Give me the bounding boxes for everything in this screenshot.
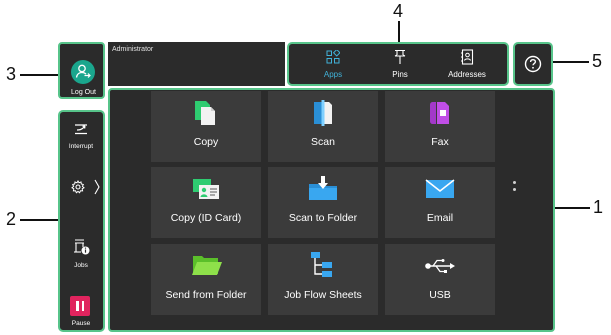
logout-button[interactable]: Log Out bbox=[58, 42, 105, 99]
app-tile-scan-to-folder[interactable]: Scan to Folder bbox=[268, 167, 378, 238]
callout-number-1: 1 bbox=[593, 197, 604, 217]
interrupt-button[interactable]: Interrupt bbox=[60, 116, 102, 156]
email-icon bbox=[425, 179, 455, 198]
app-label-job-flow-sheets: Job Flow Sheets bbox=[284, 289, 362, 301]
scan-icon bbox=[314, 100, 332, 126]
callout-number-3: 3 bbox=[6, 64, 17, 84]
app-label-send-from-folder: Send from Folder bbox=[165, 289, 247, 301]
app-tile-email[interactable]: Email bbox=[385, 167, 495, 238]
page-indicator-icon[interactable] bbox=[513, 180, 517, 194]
callout-line-4 bbox=[398, 21, 400, 42]
tab-apps[interactable]: Apps bbox=[297, 44, 369, 88]
app-tile-fax[interactable]: Fax bbox=[385, 91, 495, 162]
app-label-fax: Fax bbox=[431, 136, 449, 148]
tab-pins-label: Pins bbox=[392, 70, 408, 79]
app-tile-send-from-folder[interactable]: Send from Folder bbox=[151, 244, 261, 315]
jobs-label: Jobs bbox=[74, 262, 88, 269]
app-tile-scan[interactable]: Scan bbox=[268, 91, 378, 162]
pause-label: Pause bbox=[71, 320, 91, 327]
interrupt-label: Interrupt bbox=[68, 143, 94, 150]
pause-icon bbox=[70, 296, 90, 316]
pause-button[interactable]: Pause bbox=[60, 294, 102, 330]
tab-apps-label: Apps bbox=[323, 70, 343, 79]
side-panel: Interrupt Jobs Pause bbox=[58, 110, 105, 332]
app-label-usb: USB bbox=[429, 289, 451, 301]
folder-open-icon bbox=[192, 256, 222, 275]
user-name: Administrator bbox=[112, 46, 154, 53]
job-flow-icon bbox=[311, 252, 332, 277]
pin-icon bbox=[394, 49, 406, 64]
address-book-icon bbox=[461, 49, 474, 65]
tab-bar: Apps Pins Addresses bbox=[287, 42, 509, 86]
app-tile-usb[interactable]: USB bbox=[385, 244, 495, 315]
app-label-email: Email bbox=[426, 212, 454, 224]
device-settings-button[interactable] bbox=[60, 172, 102, 202]
apps-icon bbox=[326, 50, 340, 64]
help-button[interactable] bbox=[513, 42, 553, 86]
chevron-right-icon bbox=[94, 179, 100, 195]
callout-number-4: 4 bbox=[393, 1, 404, 21]
interrupt-icon bbox=[75, 124, 87, 135]
app-tile-job-flow-sheets[interactable]: Job Flow Sheets bbox=[268, 244, 378, 315]
app-tile-copy-id-card[interactable]: Copy (ID Card) bbox=[151, 167, 261, 238]
callout-line-5 bbox=[553, 61, 589, 63]
user-logout-icon bbox=[71, 60, 95, 84]
app-tile-copy[interactable]: Copy bbox=[151, 91, 261, 162]
callout-line-1 bbox=[555, 207, 590, 209]
callout-line-2 bbox=[20, 219, 58, 221]
app-label-copy-id-card: Copy (ID Card) bbox=[170, 212, 242, 224]
help-icon bbox=[524, 55, 542, 73]
app-label-scan-to-folder: Scan to Folder bbox=[288, 212, 358, 224]
copy-icon bbox=[195, 101, 215, 125]
app-label-scan: Scan bbox=[311, 136, 335, 148]
tab-addresses[interactable]: Addresses bbox=[431, 44, 503, 88]
usb-icon bbox=[425, 259, 455, 273]
logout-label: Log Out bbox=[71, 89, 96, 96]
jobs-button[interactable]: Jobs bbox=[60, 234, 102, 274]
id-card-icon bbox=[193, 179, 219, 199]
callout-number-5: 5 bbox=[592, 51, 603, 71]
user-title-bar: Administrator bbox=[108, 42, 285, 86]
tab-pins[interactable]: Pins bbox=[364, 44, 436, 88]
fax-icon bbox=[430, 102, 449, 124]
callout-line-3 bbox=[20, 74, 58, 76]
app-label-copy: Copy bbox=[193, 136, 219, 148]
tab-addresses-label: Addresses bbox=[448, 70, 486, 79]
callout-number-2: 2 bbox=[6, 209, 17, 229]
scan-to-folder-icon bbox=[309, 176, 337, 200]
jobs-icon bbox=[74, 239, 90, 255]
gear-icon bbox=[71, 180, 85, 194]
